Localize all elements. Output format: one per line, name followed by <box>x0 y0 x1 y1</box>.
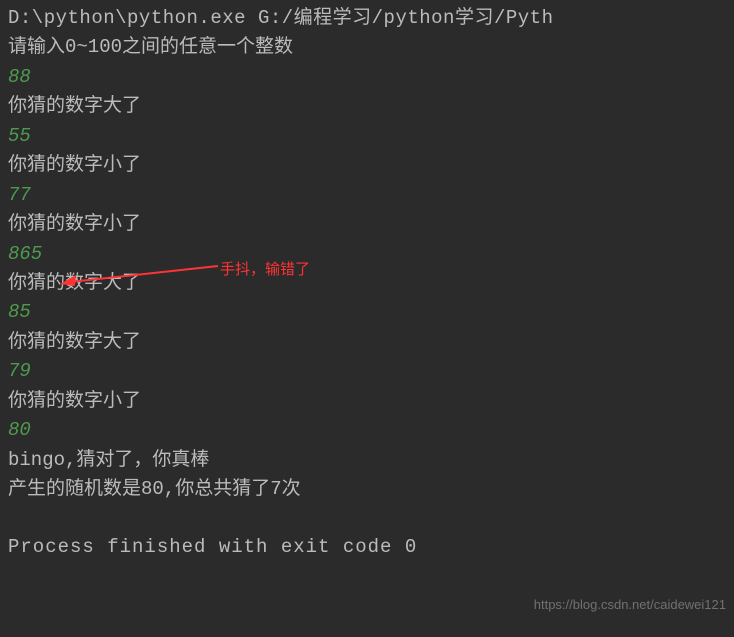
command-path: D:\python\python.exe G:/编程学习/python学习/Py… <box>8 4 726 33</box>
result-line: 产生的随机数是80,你总共猜了7次 <box>8 475 726 504</box>
user-input: 77 <box>8 181 726 210</box>
feedback-line: 你猜的数字小了 <box>8 151 726 180</box>
exit-code-line: Process finished with exit code 0 <box>8 533 726 562</box>
annotation-text: 手抖，输错了 <box>220 258 310 281</box>
blank-line <box>8 504 726 533</box>
user-input: 85 <box>8 298 726 327</box>
feedback-line: 你猜的数字大了 <box>8 328 726 357</box>
feedback-line: 你猜的数字小了 <box>8 387 726 416</box>
user-input: 80 <box>8 416 726 445</box>
feedback-line: 你猜的数字小了 <box>8 210 726 239</box>
user-input: 88 <box>8 63 726 92</box>
user-input: 55 <box>8 122 726 151</box>
prompt-line: 请输入0~100之间的任意一个整数 <box>8 33 726 62</box>
user-input: 79 <box>8 357 726 386</box>
feedback-line: 你猜的数字大了 <box>8 269 726 298</box>
feedback-line: 你猜的数字大了 <box>8 92 726 121</box>
watermark: https://blog.csdn.net/caidewei121 <box>534 595 726 615</box>
user-input: 865 <box>8 240 726 269</box>
bingo-line: bingo,猜对了，你真棒 <box>8 446 726 475</box>
